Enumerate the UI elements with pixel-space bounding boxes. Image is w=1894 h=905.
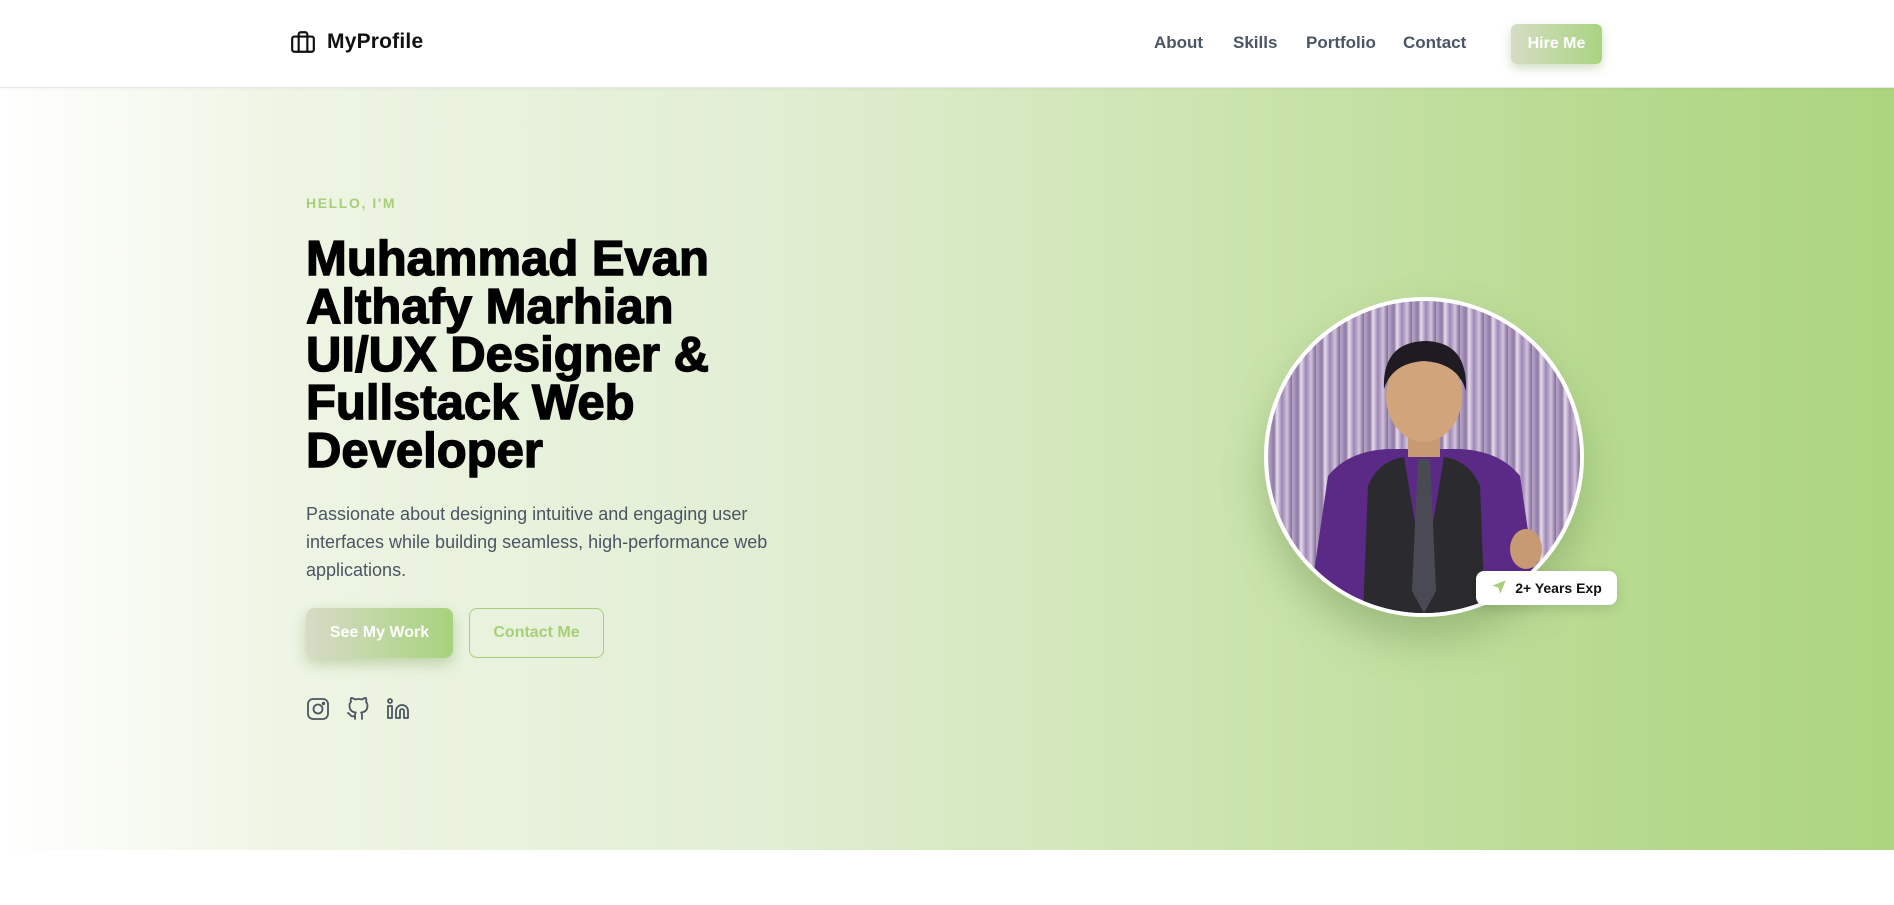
hero-title-line: Fullstack Web (305, 376, 635, 430)
instagram-icon[interactable] (306, 697, 330, 721)
contact-me-button[interactable]: Contact Me (469, 608, 604, 658)
nav-portfolio[interactable]: Portfolio (1306, 33, 1376, 53)
briefcase-icon (289, 28, 317, 56)
social-links (306, 697, 410, 721)
hero-description: Passionate about designing intuitive and… (306, 504, 768, 580)
hero-title-line: Developer (305, 424, 543, 478)
experience-badge-label: 2+ Years Exp (1515, 580, 1602, 596)
see-my-work-button[interactable]: See My Work (306, 608, 453, 658)
hero-title: Muhammad Evan Althafy Marhian UI/UX Desi… (305, 232, 806, 478)
person-figure (1308, 341, 1542, 613)
nav-about[interactable]: About (1154, 33, 1203, 53)
linkedin-icon[interactable] (386, 697, 410, 721)
profile-photo (1264, 297, 1584, 617)
nav-contact[interactable]: Contact (1403, 33, 1466, 53)
nav-skills[interactable]: Skills (1233, 33, 1277, 53)
hero-title-line: Althafy Marhian (305, 280, 674, 334)
hero-section (0, 88, 1894, 850)
hero-title-line: Muhammad Evan (305, 232, 709, 286)
hero-eyebrow: HELLO, I'M (306, 195, 397, 211)
brand-name: MyProfile (327, 30, 424, 53)
hero-title-line: UI/UX Designer & (305, 328, 709, 382)
site-header: MyProfile About Skills Portfolio Contact… (0, 0, 1894, 88)
hire-me-button[interactable]: Hire Me (1511, 24, 1602, 64)
github-icon[interactable] (346, 697, 370, 721)
send-icon (1491, 579, 1507, 598)
experience-badge: 2+ Years Exp (1476, 571, 1617, 605)
brand-logo[interactable]: MyProfile (289, 28, 423, 56)
